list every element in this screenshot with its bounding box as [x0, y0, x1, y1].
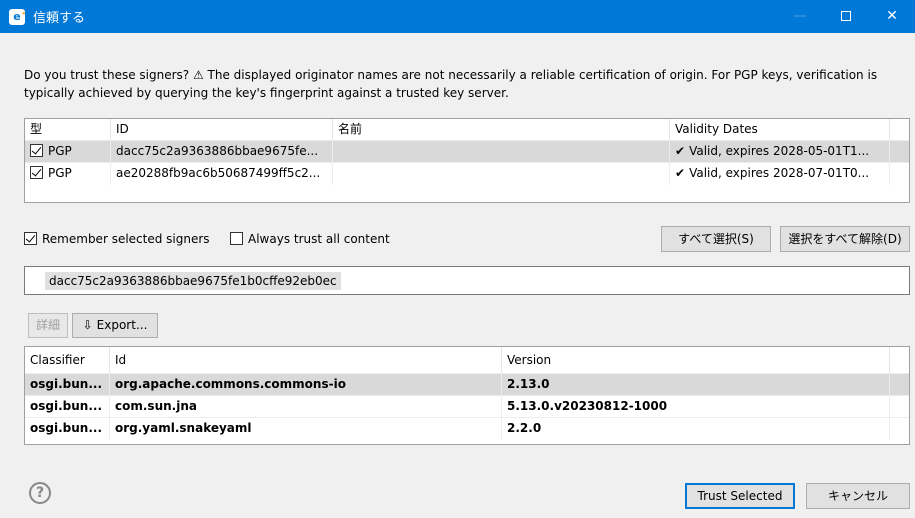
remember-signers-checkbox[interactable] — [24, 232, 37, 245]
maximize-icon — [841, 11, 851, 21]
artifact-version: 2.2.0 — [502, 418, 890, 440]
signer-id: dacc75c2a9363886bbae9675fe... — [111, 141, 333, 163]
signers-table-header: 型 ID 名前 Validity Dates — [25, 119, 909, 140]
artifact-version: 5.13.0.v20230812-1000 — [502, 396, 890, 418]
signer-type: PGP — [48, 166, 72, 180]
artifact-classifier: osgi.bun... — [25, 396, 110, 418]
cancel-button[interactable]: キャンセル — [806, 483, 910, 509]
column-header-name[interactable]: 名前 — [333, 119, 670, 140]
always-trust-label: Always trust all content — [248, 232, 390, 246]
details-button[interactable]: 詳細 — [28, 313, 68, 338]
help-icon[interactable]: ? — [29, 482, 51, 504]
fingerprint-field[interactable]: dacc75c2a9363886bbae9675fe1b0cffe92eb0ec — [24, 266, 910, 295]
signer-checkbox[interactable] — [30, 166, 43, 179]
close-button[interactable]: ✕ — [869, 0, 915, 33]
trust-message: Do you trust these signers? ⚠ The displa… — [24, 68, 878, 100]
signer-checkbox[interactable] — [30, 144, 43, 157]
artifacts-table: Classifier Id Version osgi.bun... org.ap… — [24, 346, 910, 445]
column-header-id[interactable]: ID — [111, 119, 333, 140]
signer-row[interactable]: PGP dacc75c2a9363886bbae9675fe... ✔ Valid… — [25, 140, 909, 163]
artifact-id: com.sun.jna — [110, 396, 502, 418]
export-icon: ⇩ — [82, 318, 93, 332]
export-label: Export... — [96, 318, 148, 332]
artifact-row[interactable]: osgi.bun... com.sun.jna 5.13.0.v20230812… — [25, 395, 909, 418]
signer-type: PGP — [48, 144, 72, 158]
export-button[interactable]: ⇩ Export... — [72, 313, 158, 338]
artifact-row[interactable]: osgi.bun... org.apache.commons.commons-i… — [25, 373, 909, 396]
signer-validity: Valid, expires 2028-07-01T0... — [689, 166, 870, 180]
signer-name — [333, 141, 670, 163]
column-header-validity[interactable]: Validity Dates — [670, 119, 890, 140]
signer-row[interactable]: PGP ae20288fb9ac6b50687499ff5c2... ✔ Vali… — [25, 162, 909, 185]
signers-table: 型 ID 名前 Validity Dates PGP dacc75c2a9363… — [24, 118, 910, 203]
minimize-button[interactable]: — — [777, 0, 823, 33]
signer-name — [333, 163, 670, 185]
artifact-id: org.apache.commons.commons-io — [110, 374, 502, 396]
always-trust-checkbox[interactable] — [230, 232, 243, 245]
signer-id: ae20288fb9ac6b50687499ff5c2... — [111, 163, 333, 185]
deselect-all-button[interactable]: 選択をすべて解除(D) — [780, 226, 910, 252]
select-all-button[interactable]: すべて選択(S) — [661, 226, 771, 252]
maximize-button[interactable] — [823, 0, 869, 33]
column-header-version[interactable]: Version — [502, 347, 890, 373]
remember-signers-option[interactable]: Remember selected signers — [24, 231, 210, 247]
signer-validity: Valid, expires 2028-05-01T1... — [689, 144, 870, 158]
eclipse-app-icon: e • — [9, 9, 26, 25]
window-title: 信頼する — [33, 11, 86, 26]
artifact-classifier: osgi.bun... — [25, 418, 110, 440]
valid-check-icon: ✔ — [675, 144, 686, 158]
always-trust-option[interactable]: Always trust all content — [230, 231, 390, 247]
trust-selected-button[interactable]: Trust Selected — [685, 483, 795, 509]
artifacts-table-header: Classifier Id Version — [25, 347, 909, 373]
artifact-row[interactable]: osgi.bun... org.yaml.snakeyaml 2.2.0 — [25, 417, 909, 440]
artifact-classifier: osgi.bun... — [25, 374, 110, 396]
artifact-id: org.yaml.snakeyaml — [110, 418, 502, 440]
column-header-classifier[interactable]: Classifier — [25, 347, 110, 373]
valid-check-icon: ✔ — [675, 166, 686, 180]
remember-signers-label: Remember selected signers — [42, 232, 210, 246]
title-bar: e • 信頼する — ✕ — [0, 0, 915, 33]
column-header-type[interactable]: 型 — [25, 119, 111, 140]
fingerprint-text: dacc75c2a9363886bbae9675fe1b0cffe92eb0ec — [45, 272, 341, 290]
artifact-version: 2.13.0 — [502, 374, 890, 396]
column-header-artifact-id[interactable]: Id — [110, 347, 502, 373]
